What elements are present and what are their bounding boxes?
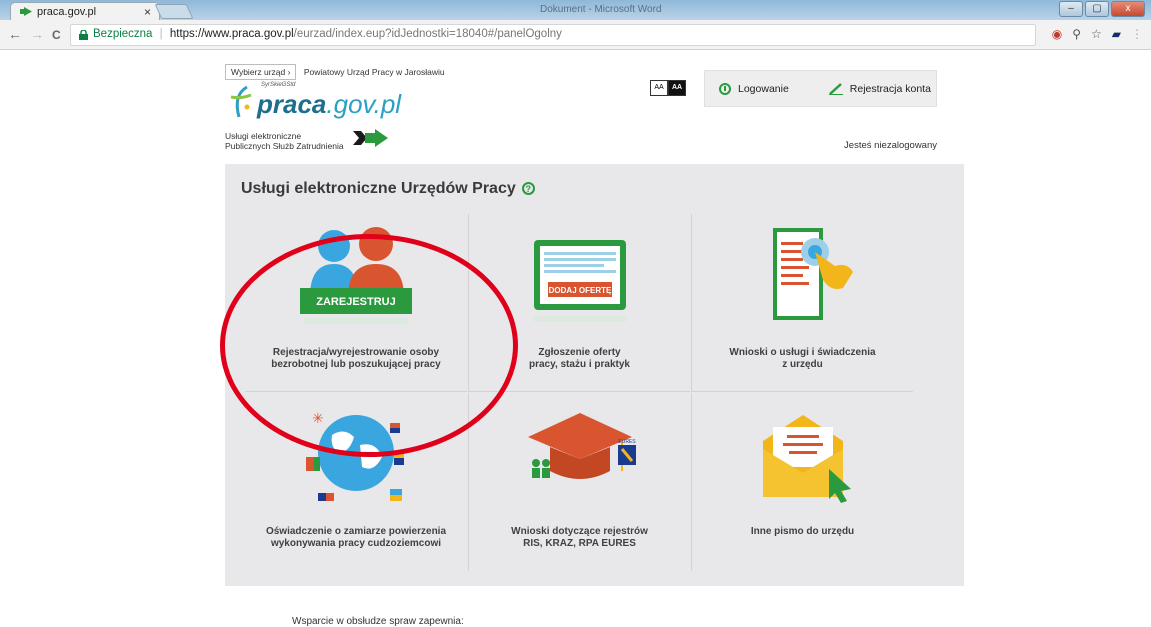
auth-bar: Logowanie Rejestracja konta <box>704 70 937 107</box>
zoom-icon[interactable]: ⚲ <box>1072 27 1081 41</box>
tile-label-line1: Wnioski dotyczące rejestrów <box>511 526 648 537</box>
minimize-button[interactable]: – <box>1059 1 1083 17</box>
tile-label: Inne pismo do urzędu <box>692 526 913 538</box>
address-bar[interactable]: Bezpieczna | https://www.praca.gov.pl/eu… <box>70 24 1036 46</box>
document-touch-icon <box>773 228 853 320</box>
logo-text: praca.gov.pl <box>257 89 401 120</box>
forward-icon[interactable]: → <box>30 26 44 42</box>
tile-label-line1: Wnioski o usługi i świadczenia <box>729 347 876 358</box>
eures-badge: EURES <box>618 439 636 445</box>
tile-label-line1: Oświadczenie o zamiarze powierzenia <box>265 526 447 537</box>
pencil-icon <box>828 82 843 95</box>
tile-label: Wnioski o usługi i świadczenia z urzędu <box>692 347 913 371</box>
support-text: Wsparcie w obsłudze spraw zapewnia: <box>292 616 464 627</box>
tab-close-icon[interactable]: × <box>144 5 151 19</box>
services-line1: Usługi elektroniczne <box>225 131 302 141</box>
power-icon <box>719 82 731 95</box>
toolbar-icons: ◉ ⚲ ☆ ▰ ⋮ <box>1052 27 1143 41</box>
office-selector: Wybierz urząd › Powiatowy Urząd Pracy w … <box>225 64 445 80</box>
services-line2: Publicznych Służb Zatrudnienia <box>225 141 344 151</box>
tile-label-line2: wykonywania pracy cudzoziemcowi <box>270 538 442 549</box>
services-caption: Usługi elektroniczne Publicznych Służb Z… <box>225 131 344 151</box>
tile-other-letter[interactable]: Inne pismo do urzędu <box>691 393 913 571</box>
tab-title: praca.gov.pl <box>37 6 97 18</box>
browser-toolbar: ← → C Bezpieczna | https://www.praca.gov… <box>0 20 1151 50</box>
menu-icon[interactable]: ⋮ <box>1131 27 1143 41</box>
login-status: Jesteś niezalogowany <box>844 140 937 151</box>
choose-office-button[interactable]: Wybierz urząd › <box>225 64 297 80</box>
font-size-switcher: AA AA <box>650 80 686 96</box>
back-icon[interactable]: ← <box>8 26 22 42</box>
lock-icon <box>79 30 88 40</box>
monitor-offer-icon: DODAJ OFERTĘ <box>534 240 626 322</box>
maximize-button[interactable]: ▢ <box>1085 1 1109 17</box>
site-logo[interactable]: SyrSkieGStd praca.gov.pl <box>225 79 405 124</box>
logo-small-text: SyrSkieGStd <box>261 82 296 88</box>
window-controls: – ▢ x <box>1059 1 1145 17</box>
tile-label-line1: Inne pismo do urzędu <box>750 526 855 537</box>
tile-label: Oświadczenie o zamiarze powierzenia wyko… <box>245 526 467 550</box>
browser-tab[interactable]: praca.gov.pl × <box>10 2 160 20</box>
security-label: Bezpieczna <box>93 28 153 40</box>
logo-domain: .gov.pl <box>326 89 402 119</box>
register-link[interactable]: Rejestracja konta <box>789 83 931 95</box>
envelope-icon <box>763 415 851 503</box>
extension-icon[interactable]: ◉ <box>1052 27 1062 41</box>
web-page: Wybierz urząd › Powiatowy Urząd Pracy w … <box>0 51 1151 627</box>
graduation-cap-icon: EURES <box>528 413 636 479</box>
window-titlebar: praca.gov.pl × Dokument - Microsoft Word… <box>0 0 1151 20</box>
office-name: Powiatowy Urząd Pracy w Jarosławiu <box>303 67 445 77</box>
panel-title: Usługi elektroniczne Urzędów Pracy? <box>241 180 535 198</box>
panel-title-text: Usługi elektroniczne Urzędów Pracy <box>241 180 516 197</box>
help-icon[interactable]: ? <box>521 182 535 195</box>
highlight-annotation <box>220 234 518 457</box>
tile-label-line2: RIS, KRAZ, RPA EURES <box>523 538 636 549</box>
window-title: Dokument - Microsoft Word <box>540 4 662 15</box>
url-separator: | <box>159 28 163 40</box>
favicon-icon <box>20 7 32 16</box>
url-host: https://www.praca.gov.pl <box>169 28 294 40</box>
login-link[interactable]: Logowanie <box>705 82 789 95</box>
tile-label: Wnioski dotyczące rejestrów RIS, KRAZ, R… <box>469 526 690 550</box>
logo-main: praca <box>257 89 327 119</box>
login-label: Logowanie <box>738 82 789 95</box>
font-contrast-button[interactable]: AA <box>668 80 686 96</box>
reload-icon[interactable]: C <box>52 28 61 42</box>
tile-label-line2: z urzędu <box>782 359 823 370</box>
extension-card-icon[interactable]: ▰ <box>1112 27 1121 41</box>
add-offer-badge: DODAJ OFERTĘ <box>549 286 612 295</box>
register-label: Rejestracja konta <box>849 82 931 95</box>
tile-registers[interactable]: EURES Wnioski dotyczące rejestrów RIS, K… <box>468 393 690 571</box>
bookmark-star-icon[interactable]: ☆ <box>1091 27 1102 41</box>
psz-logo-icon <box>353 129 388 147</box>
new-tab-button[interactable] <box>154 4 194 19</box>
close-window-button[interactable]: x <box>1111 1 1145 17</box>
url-path: /eurzad/index.eup?idJednostki=18040#/pan… <box>293 28 562 40</box>
tile-applications[interactable]: Wnioski o usługi i świadczenia z urzędu <box>691 214 913 392</box>
font-normal-button[interactable]: AA <box>650 80 668 96</box>
logo-swirl-icon <box>230 85 252 118</box>
